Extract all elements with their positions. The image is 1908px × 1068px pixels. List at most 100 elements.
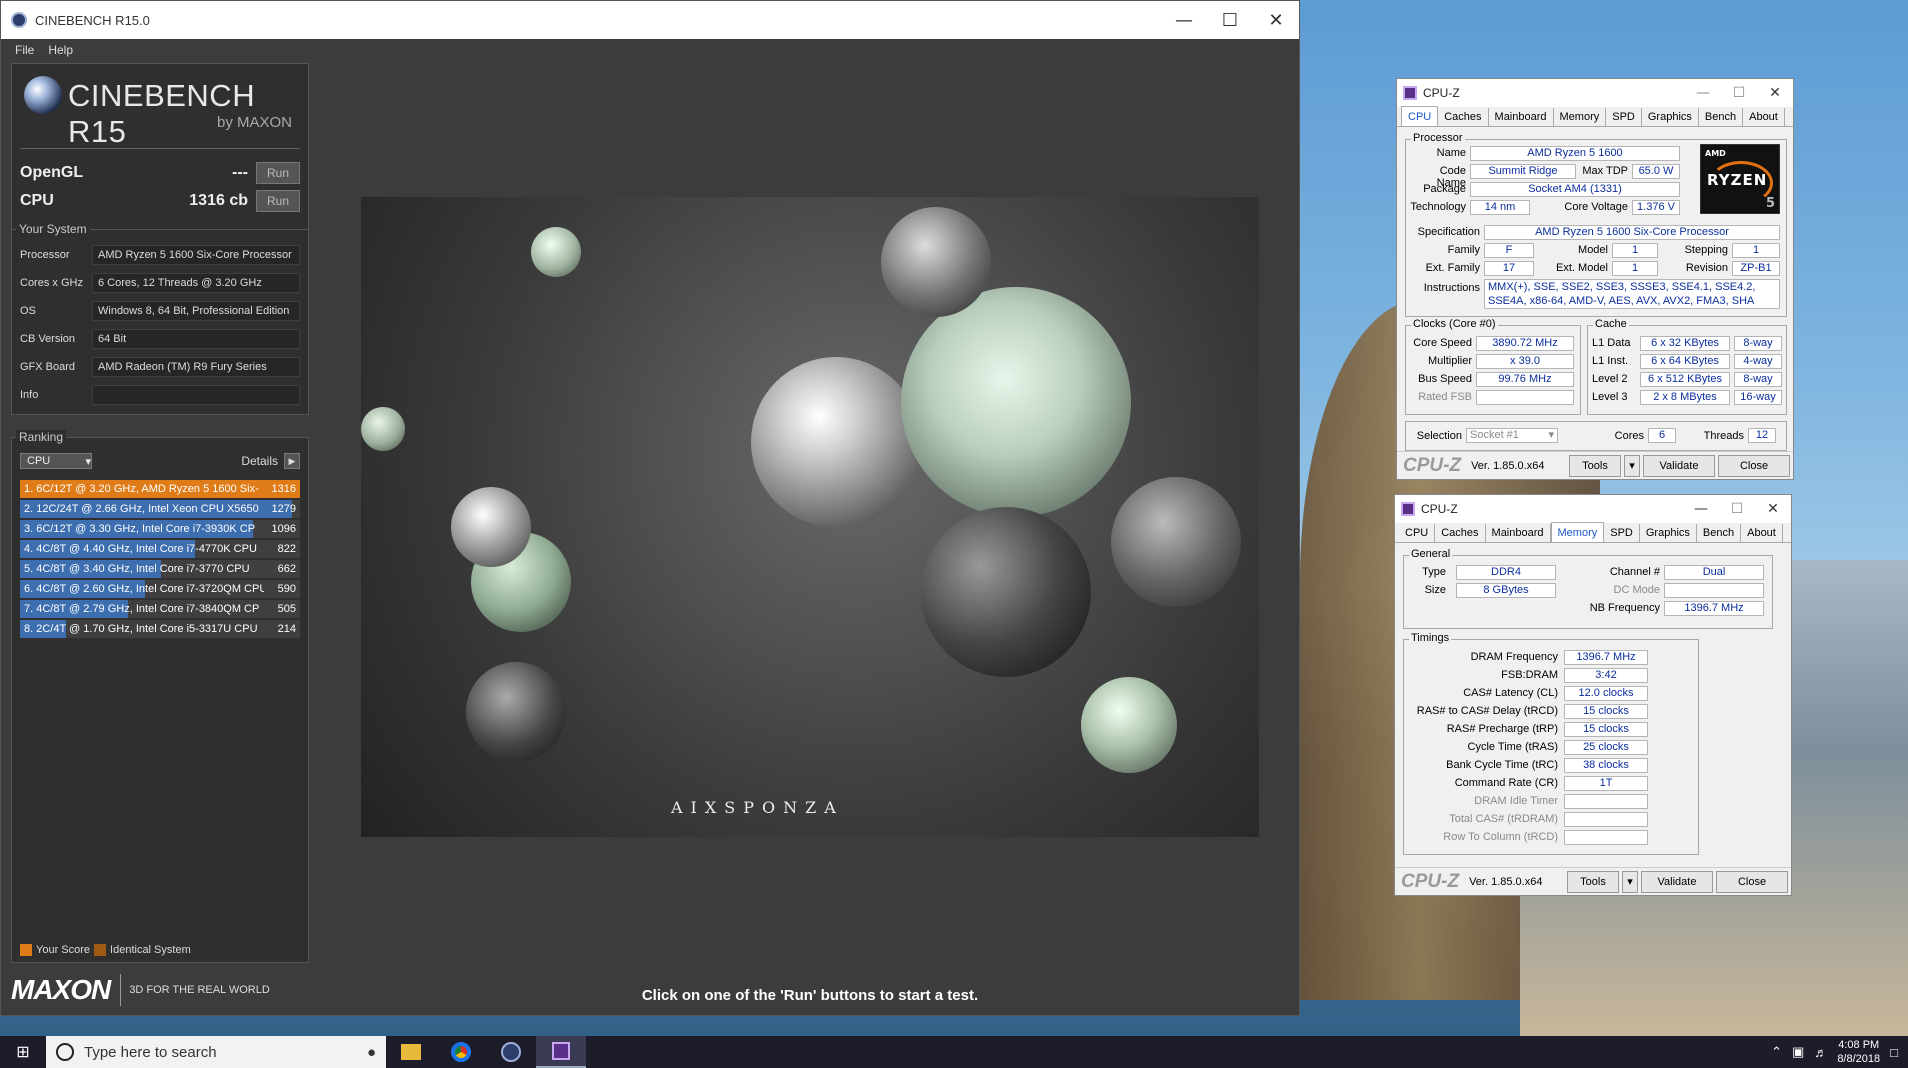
validate-button[interactable]: Validate [1643, 454, 1715, 477]
maximize-icon[interactable]: ☐ [1721, 85, 1757, 101]
minimize-icon[interactable]: — [1683, 501, 1719, 517]
amd-logo-text: AMD [1705, 149, 1726, 158]
close-icon[interactable]: ✕ [1253, 10, 1299, 31]
tab-graphics[interactable]: Graphics [1640, 524, 1697, 542]
ranking-row[interactable]: 7. 4C/8T @ 2.79 GHz, Intel Core i7-3840Q… [20, 600, 300, 618]
socket-select[interactable]: Socket #1 ▾ [1466, 428, 1558, 443]
selection-group: Selection Socket #1 ▾ Cores 6 Threads 12 [1405, 421, 1787, 451]
tab-caches[interactable]: Caches [1438, 108, 1489, 126]
close-button[interactable]: Close [1716, 870, 1788, 893]
field-label: Threads [1703, 430, 1744, 442]
left-panel: CINEBENCH R15 by MAXON OpenGL --- Run CP… [11, 63, 309, 963]
timing-value: 1396.7 MHz [1564, 650, 1648, 665]
taskbar-clock[interactable]: 4:08 PM 8/8/2018 [1837, 1038, 1880, 1066]
tools-dropdown-icon[interactable]: ▾ [1622, 870, 1638, 893]
microphone-icon[interactable]: ● [367, 1044, 386, 1061]
tools-button[interactable]: Tools [1569, 454, 1621, 477]
tab-about[interactable]: About [1741, 524, 1783, 542]
details-label: Details [241, 454, 278, 468]
field-label: Core Voltage [1564, 201, 1628, 213]
ranking-row[interactable]: 2. 12C/24T @ 2.66 GHz, Intel Xeon CPU X5… [20, 500, 300, 518]
ranking-row[interactable]: 1. 6C/12T @ 3.20 GHz, AMD Ryzen 5 1600 S… [20, 480, 300, 498]
menu-file[interactable]: File [15, 43, 34, 57]
sys-value: Windows 8, 64 Bit, Professional Edition [92, 301, 300, 321]
close-button[interactable]: Close [1718, 454, 1790, 477]
windows-start-icon[interactable]: ⊞ [0, 1036, 46, 1068]
timing-label: Row To Column (tRCD) [1443, 831, 1558, 843]
tab-mainboard[interactable]: Mainboard [1486, 524, 1551, 542]
memory-size-value: 8 GBytes [1456, 583, 1556, 598]
field-label: Ext. Model [1556, 262, 1608, 274]
render-viewport: AIXSPONZA [361, 197, 1259, 837]
nb-frequency-value: 1396.7 MHz [1664, 601, 1764, 616]
tab-bench[interactable]: Bench [1699, 108, 1744, 126]
file-explorer-icon[interactable] [386, 1036, 436, 1068]
sys-key: Processor [20, 249, 70, 261]
timing-label: RAS# to CAS# Delay (tRCD) [1416, 705, 1558, 717]
tab-bench[interactable]: Bench [1697, 524, 1742, 542]
field-label: Core Speed [1413, 337, 1472, 349]
close-icon[interactable]: ✕ [1757, 85, 1793, 101]
tab-spd[interactable]: SPD [1604, 524, 1640, 542]
tab-spd[interactable]: SPD [1606, 108, 1642, 126]
ranking-row[interactable]: 3. 6C/12T @ 3.30 GHz, Intel Core i7-3930… [20, 520, 300, 538]
ranking-row-label: 5. 4C/8T @ 3.40 GHz, Intel Core i7-3770 … [24, 563, 250, 575]
minimize-icon[interactable]: — [1161, 10, 1207, 31]
cpuz-version: Ver. 1.85.0.x64 [1471, 459, 1545, 472]
taskbar-search-box[interactable]: Type here to search ● [46, 1036, 386, 1068]
timing-value [1564, 830, 1648, 845]
timing-label: RAS# Precharge (tRP) [1446, 723, 1558, 735]
cpuz-titlebar[interactable]: CPU-Z — ☐ ✕ [1397, 79, 1793, 107]
tab-caches[interactable]: Caches [1435, 524, 1486, 542]
revision-value: ZP-B1 [1732, 261, 1780, 276]
chrome-icon[interactable] [436, 1036, 486, 1068]
chevron-down-icon: ▾ [1548, 429, 1554, 441]
timing-value [1564, 812, 1648, 827]
tab-cpu[interactable]: CPU [1401, 106, 1439, 126]
cinebench-taskbar-icon[interactable] [486, 1036, 536, 1068]
chevron-up-icon[interactable]: ⌃ [1771, 1044, 1782, 1060]
clocks-group: Clocks (Core #0) Core Speed 3890.72 MHz … [1405, 318, 1581, 415]
ext-family-value: 17 [1484, 261, 1534, 276]
ranking-row[interactable]: 4. 4C/8T @ 4.40 GHz, Intel Core i7-4770K… [20, 540, 300, 558]
minimize-icon[interactable]: — [1685, 85, 1721, 101]
cpu-run-button[interactable]: Run [256, 190, 300, 212]
ranking-type-select[interactable]: CPU ▾ [20, 453, 92, 469]
opengl-run-button[interactable]: Run [256, 162, 300, 184]
details-arrow-button[interactable]: ▶ [284, 453, 300, 469]
tools-dropdown-icon[interactable]: ▾ [1624, 454, 1640, 477]
search-placeholder: Type here to search [84, 1043, 217, 1061]
validate-button[interactable]: Validate [1641, 870, 1713, 893]
ranking-row[interactable]: 6. 4C/8T @ 2.60 GHz, Intel Core i7-3720Q… [20, 580, 300, 598]
ranking-row-label: 6. 4C/8T @ 2.60 GHz, Intel Core i7-3720Q… [24, 583, 264, 595]
network-icon[interactable]: ▣ [1792, 1044, 1804, 1060]
tab-cpu[interactable]: CPU [1399, 524, 1436, 542]
menu-bar: File Help [1, 39, 1299, 61]
notifications-icon[interactable]: □ [1890, 1045, 1898, 1060]
cpuz-title: CPU-Z [1423, 86, 1460, 100]
menu-help[interactable]: Help [48, 43, 73, 57]
info-field[interactable] [92, 385, 300, 405]
maximize-icon[interactable]: ☐ [1207, 10, 1253, 31]
tab-memory[interactable]: Memory [1554, 108, 1607, 126]
ranking-header: CPU ▾ Details ▶ [20, 452, 300, 470]
cpuz-taskbar-icon[interactable] [536, 1036, 586, 1068]
timing-label: Total CAS# (tRDRAM) [1449, 813, 1558, 825]
tab-memory[interactable]: Memory [1550, 522, 1605, 542]
rated-fsb-value [1476, 390, 1574, 405]
volume-icon[interactable]: ♬ [1814, 1045, 1827, 1060]
cache-ways-value: 16-way [1734, 390, 1782, 405]
ranking-row[interactable]: 5. 4C/8T @ 3.40 GHz, Intel Core i7-3770 … [20, 560, 300, 578]
tools-button[interactable]: Tools [1567, 870, 1619, 893]
tab-graphics[interactable]: Graphics [1642, 108, 1699, 126]
cinebench-titlebar[interactable]: CINEBENCH R15.0 — ☐ ✕ [1, 1, 1299, 39]
tab-about[interactable]: About [1743, 108, 1785, 126]
multiplier-value: x 39.0 [1476, 354, 1574, 369]
tab-mainboard[interactable]: Mainboard [1489, 108, 1554, 126]
maximize-icon[interactable]: ☐ [1719, 501, 1755, 517]
ranking-row[interactable]: 8. 2C/4T @ 1.70 GHz, Intel Core i5-3317U… [20, 620, 300, 638]
ranking-title: Ranking [16, 430, 67, 444]
cpuz-titlebar[interactable]: CPU-Z — ☐ ✕ [1395, 495, 1791, 523]
your-score-label: Your Score [36, 944, 91, 956]
close-icon[interactable]: ✕ [1755, 501, 1791, 517]
